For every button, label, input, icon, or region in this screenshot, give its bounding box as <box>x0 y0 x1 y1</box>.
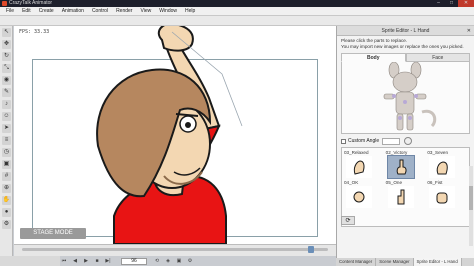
hand-relaxed-icon <box>353 160 365 175</box>
settings-icon[interactable]: ⚙ <box>186 258 194 264</box>
custom-angle-input[interactable] <box>382 137 401 145</box>
menu-view[interactable]: View <box>136 8 155 14</box>
part-thumb-relaxed[interactable] <box>346 156 372 178</box>
loop-icon[interactable]: ⟲ <box>153 258 161 264</box>
tab-sprite-editor[interactable]: Sprite Editor - L Hand <box>413 258 462 266</box>
zoom-tool-icon[interactable]: ⊕ <box>2 184 11 193</box>
render-tool-icon[interactable]: ▣ <box>2 160 11 169</box>
scrollbar-thumb[interactable] <box>469 186 473 210</box>
camera-icon[interactable]: ▣ <box>175 258 183 264</box>
panel-scrollbar[interactable] <box>469 166 473 246</box>
timeline-track[interactable] <box>22 248 328 251</box>
left-toolbar: ↖ ✥ ↻ ⤡ ◉ ✎ ♪ ☺ ➤ ≡ ◷ ▣ # ⊕ ✋ ● ⚙ <box>0 26 13 256</box>
playback-controls: ⏮ ◀ ▶ ■ ▶| 96 ⟲ ◈ ▣ ⚙ <box>60 256 336 266</box>
part-thumb-one-alt[interactable] <box>387 186 414 208</box>
custom-angle-row: Custom Angle <box>337 134 474 145</box>
bunny-preview-image <box>383 62 437 131</box>
first-frame-icon[interactable]: ⏮ <box>60 258 68 264</box>
parts-grid: 03_Relaxed 02_Victory 03_Seven 04_OK 05_… <box>341 147 470 227</box>
menu-render[interactable]: Render <box>112 8 136 14</box>
menu-bar: File Edit Create Animation Control Rende… <box>0 7 474 16</box>
hand-fist-icon <box>436 192 448 204</box>
title-bar: CrazyTalk Animator – □ ✕ <box>0 0 474 7</box>
panel-tabs: Body Face <box>341 53 470 62</box>
panel-title-bar: Sprite Editor - L Hand ✕ <box>337 26 474 36</box>
current-frame-input[interactable]: 96 <box>121 257 147 265</box>
tab-scene-manager[interactable]: Scene Manager <box>376 258 414 266</box>
body-preview[interactable] <box>341 62 470 134</box>
select-tool-icon[interactable]: ↖ <box>2 28 11 37</box>
menu-file[interactable]: File <box>2 8 18 14</box>
tab-body[interactable]: Body <box>341 53 406 62</box>
hand-pointing-icon <box>397 189 405 205</box>
toolbar <box>0 16 474 26</box>
panel-title: Sprite Editor - L Hand <box>381 28 430 34</box>
hand-one-icon <box>396 159 407 175</box>
menu-window[interactable]: Window <box>155 8 181 14</box>
part-thumb-fist[interactable] <box>429 186 456 208</box>
stage-canvas[interactable]: FPS: 33.33 STAGE MODE <box>14 26 336 244</box>
volume-icon[interactable]: ◈ <box>164 258 172 264</box>
audio-tool-icon[interactable]: ♪ <box>2 100 11 109</box>
custom-angle-label: Custom Angle <box>348 138 380 144</box>
menu-create[interactable]: Create <box>35 8 58 14</box>
menu-control[interactable]: Control <box>88 8 112 14</box>
instructions: Please click the parts to replace. You m… <box>337 36 474 52</box>
menu-help[interactable]: Help <box>181 8 199 14</box>
parts-row-1 <box>342 155 469 180</box>
refresh-button[interactable]: ⟳ <box>341 216 355 225</box>
stage-mode-button[interactable]: STAGE MODE <box>20 228 86 239</box>
bottom-panel-tabs: Content Manager Scene Manager Sprite Edi… <box>336 258 474 266</box>
part-thumb-ok[interactable] <box>346 186 372 208</box>
window-title: CrazyTalk Animator <box>9 0 53 6</box>
close-button[interactable]: ✕ <box>458 0 474 7</box>
parts-row-labels-1: 03_Relaxed 02_Victory 03_Seven <box>342 148 469 156</box>
record-tool-icon[interactable]: ● <box>2 208 11 217</box>
stop-icon[interactable]: ■ <box>93 258 101 264</box>
app-icon <box>2 1 7 6</box>
angle-dial-icon[interactable] <box>404 137 413 145</box>
part-thumb-seven[interactable] <box>429 156 456 178</box>
timeline-scrubber[interactable] <box>308 246 314 253</box>
menu-edit[interactable]: Edit <box>18 8 35 14</box>
part-thumb-one[interactable] <box>386 155 415 179</box>
status-area <box>0 256 60 266</box>
tab-content-manager[interactable]: Content Manager <box>336 258 377 266</box>
sprite-editor-panel: Sprite Editor - L Hand ✕ Please click th… <box>336 26 474 258</box>
maximize-button[interactable]: □ <box>445 0 458 7</box>
scale-tool-icon[interactable]: ⤡ <box>2 64 11 73</box>
motion-tool-icon[interactable]: ➤ <box>2 124 11 133</box>
minimize-button[interactable]: – <box>432 0 445 7</box>
face-tool-icon[interactable]: ☺ <box>2 112 11 121</box>
prev-frame-icon[interactable]: ◀ <box>71 258 79 264</box>
next-frame-icon[interactable]: ▶| <box>104 258 112 264</box>
character-illustration[interactable] <box>14 26 336 244</box>
layer-tool-icon[interactable]: ≡ <box>2 136 11 145</box>
timeline-bar[interactable] <box>14 244 336 256</box>
panel-close-icon[interactable]: ✕ <box>467 26 471 36</box>
rotate-tool-icon[interactable]: ↻ <box>2 52 11 61</box>
instruction-line-2: You may import new images or replace the… <box>341 44 464 49</box>
grid-tool-icon[interactable]: # <box>2 172 11 181</box>
sprite-tool-icon[interactable]: ✎ <box>2 88 11 97</box>
custom-angle-checkbox[interactable] <box>341 138 346 144</box>
parts-row-2 <box>342 186 469 210</box>
hand-ok-icon <box>353 191 365 203</box>
timeline-tool-icon[interactable]: ◷ <box>2 148 11 157</box>
hand-seven-icon <box>437 161 449 175</box>
pan-tool-icon[interactable]: ✋ <box>2 196 11 205</box>
menu-animation[interactable]: Animation <box>58 8 88 14</box>
camera-tool-icon[interactable]: ◉ <box>2 76 11 85</box>
tab-face[interactable]: Face <box>405 53 470 62</box>
settings-tool-icon[interactable]: ⚙ <box>2 220 11 229</box>
play-icon[interactable]: ▶ <box>82 258 90 264</box>
move-tool-icon[interactable]: ✥ <box>2 40 11 49</box>
